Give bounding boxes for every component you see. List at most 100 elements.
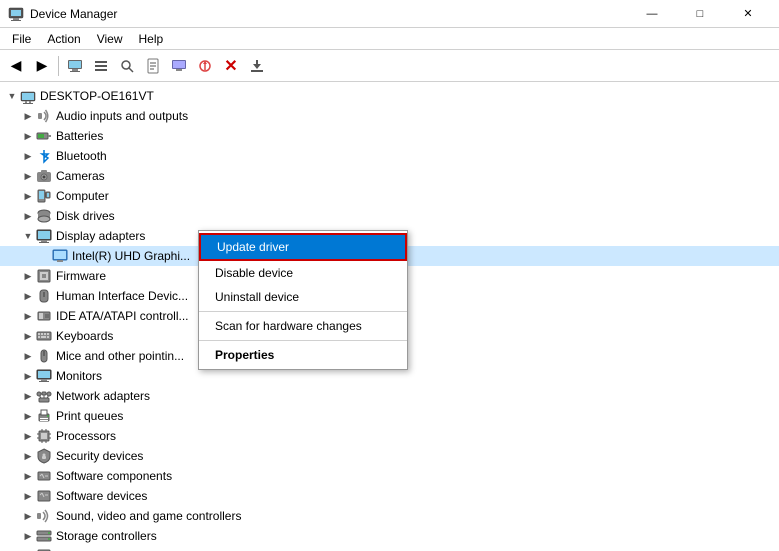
softwarecomp-label: Software components [56,469,172,483]
toggle-print[interactable]: ▶ [20,408,36,424]
toggle-softwarecomp[interactable]: ▶ [20,468,36,484]
ctx-uninstall-device[interactable]: Uninstall device [199,285,407,309]
tree-item-disk[interactable]: ▶ Disk drives [0,206,779,226]
ctx-separator-2 [199,340,407,341]
softwaredev-icon [36,488,52,504]
context-menu: Update driver Disable device Uninstall d… [198,230,408,370]
toolbar: ◀ ▶ ✕ [0,50,779,82]
tree-item-storage[interactable]: ▶ Storage controllers [0,526,779,546]
toolbar-properties[interactable] [167,54,191,78]
keyboards-icon [36,328,52,344]
tree-item-softwarecomp[interactable]: ▶ Software components [0,466,779,486]
security-label: Security devices [56,449,143,463]
toggle-audio[interactable]: ▶ [20,108,36,124]
toggle-ide[interactable]: ▶ [20,308,36,324]
intel-icon [52,248,68,264]
ctx-update-driver[interactable]: Update driver [199,233,407,261]
intel-label: Intel(R) UHD Graphi... [72,249,190,263]
processors-icon [36,428,52,444]
toolbar-computer[interactable] [63,54,87,78]
ide-icon [36,308,52,324]
root-icon [20,88,36,104]
ctx-scan-hardware[interactable]: Scan for hardware changes [199,314,407,338]
tree-item-sound[interactable]: ▶ Sound, video and game controllers [0,506,779,526]
mice-label: Mice and other pointin... [56,349,184,363]
monitors-label: Monitors [56,369,102,383]
menu-file[interactable]: File [4,30,39,48]
tree-item-cameras[interactable]: ▶ Cameras [0,166,779,186]
menu-help[interactable]: Help [131,30,172,48]
softwarecomp-icon [36,468,52,484]
toggle-hid[interactable]: ▶ [20,288,36,304]
toolbar-forward[interactable]: ▶ [30,54,54,78]
tree-item-computer[interactable]: ▶ Computer [0,186,779,206]
toolbar-list[interactable] [89,54,113,78]
toggle-bluetooth[interactable]: ▶ [20,148,36,164]
processors-label: Processors [56,429,116,443]
toggle-keyboards[interactable]: ▶ [20,328,36,344]
toggle-sound[interactable]: ▶ [20,508,36,524]
hid-label: Human Interface Devic... [56,289,188,303]
ctx-properties[interactable]: Properties [199,343,407,367]
batteries-label: Batteries [56,129,103,143]
toggle-softwaredev[interactable]: ▶ [20,488,36,504]
app-icon [8,6,24,22]
tree-item-bluetooth[interactable]: ▶ Bluetooth [0,146,779,166]
tree-item-print[interactable]: ▶ Print queues [0,406,779,426]
window-title: Device Manager [30,7,117,21]
print-icon [36,408,52,424]
tree-item-security[interactable]: ▶ Security devices [0,446,779,466]
firmware-label: Firmware [56,269,106,283]
toolbar-doc[interactable] [141,54,165,78]
ctx-disable-device[interactable]: Disable device [199,261,407,285]
toggle-mice[interactable]: ▶ [20,348,36,364]
toggle-network[interactable]: ▶ [20,388,36,404]
menu-view[interactable]: View [89,30,131,48]
mice-icon [36,348,52,364]
toggle-firmware[interactable]: ▶ [20,268,36,284]
menu-action[interactable]: Action [39,30,88,48]
tree-item-processors[interactable]: ▶ Processors [0,426,779,446]
toolbar-remove[interactable]: ✕ [219,54,243,78]
toggle-root[interactable]: ▼ [4,88,20,104]
root-label: DESKTOP-OE161VT [40,89,154,103]
storage-icon [36,528,52,544]
toggle-computer[interactable]: ▶ [20,188,36,204]
toolbar-back[interactable]: ◀ [4,54,28,78]
close-button[interactable]: ✕ [725,0,771,28]
tree-item-softwaredev[interactable]: ▶ Software devices [0,486,779,506]
toolbar-search[interactable] [115,54,139,78]
keyboards-label: Keyboards [56,329,113,343]
disk-label: Disk drives [56,209,115,223]
toolbar-download[interactable] [245,54,269,78]
toolbar-update[interactable] [193,54,217,78]
toggle-processors[interactable]: ▶ [20,428,36,444]
bluetooth-label: Bluetooth [56,149,107,163]
menu-bar: File Action View Help [0,28,779,50]
tree-root[interactable]: ▼ DESKTOP-OE161VT [0,86,779,106]
tree-item-audio[interactable]: ▶ Audio inputs and outputs [0,106,779,126]
cameras-icon [36,168,52,184]
maximize-button[interactable]: □ [677,0,723,28]
storage-label: Storage controllers [56,529,157,543]
toggle-batteries[interactable]: ▶ [20,128,36,144]
toggle-storage[interactable]: ▶ [20,528,36,544]
toggle-cameras[interactable]: ▶ [20,168,36,184]
minimize-button[interactable]: — [629,0,675,28]
toggle-security[interactable]: ▶ [20,448,36,464]
toggle-display[interactable]: ▼ [20,228,36,244]
network-label: Network adapters [56,389,150,403]
cameras-label: Cameras [56,169,105,183]
audio-icon [36,108,52,124]
toggle-monitors[interactable]: ▶ [20,368,36,384]
security-icon [36,448,52,464]
tree-item-system[interactable]: ▶ System devices [0,546,779,551]
batteries-icon [36,128,52,144]
sound-label: Sound, video and game controllers [56,509,241,523]
monitors-icon [36,368,52,384]
toggle-disk[interactable]: ▶ [20,208,36,224]
audio-label: Audio inputs and outputs [56,109,188,123]
disk-icon [36,208,52,224]
tree-item-network[interactable]: ▶ Network adapters [0,386,779,406]
tree-item-batteries[interactable]: ▶ Batteries [0,126,779,146]
